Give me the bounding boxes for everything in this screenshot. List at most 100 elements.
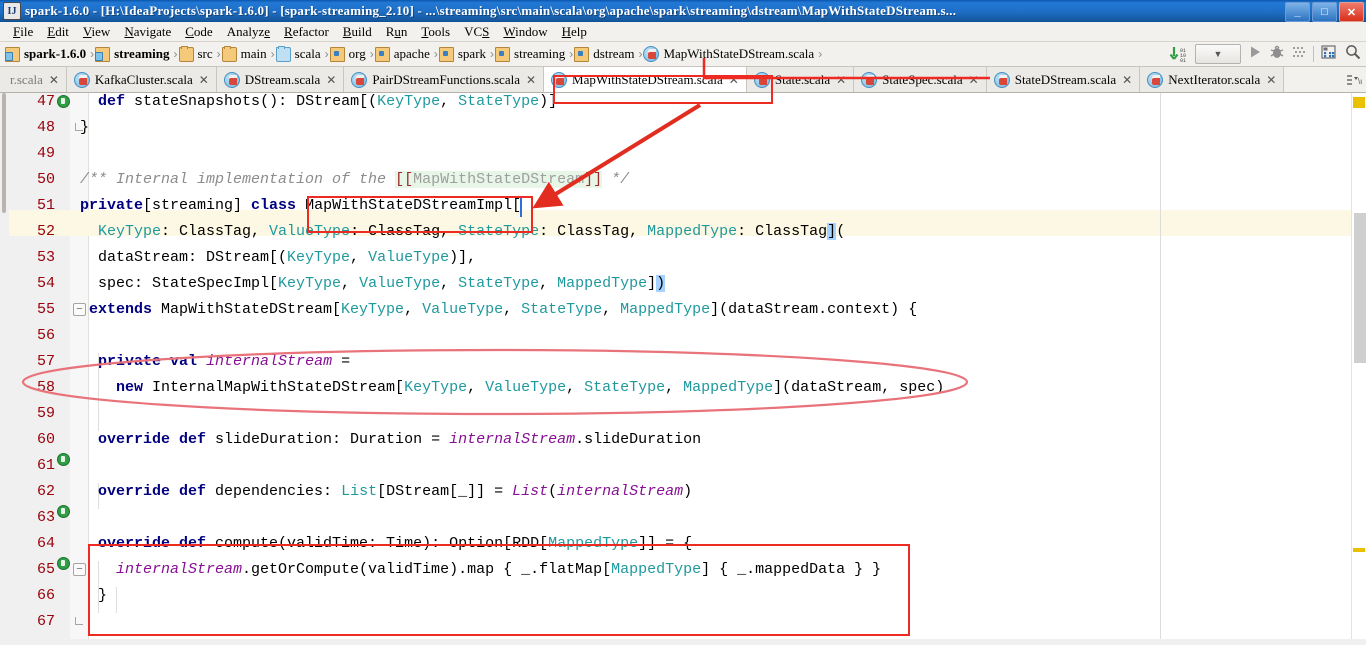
tab-close-icon[interactable]: ✕ [526,73,536,87]
code-line-53[interactable]: dataStream: DStream[(KeyType, ValueType)… [98,245,476,271]
fold-start-marker[interactable]: − [73,303,86,316]
menu-analyze[interactable]: Analyze [220,24,277,40]
code-line-58[interactable]: new InternalMapWithStateDStream[KeyType,… [116,375,944,401]
fold-start-marker[interactable]: − [73,563,86,576]
editor-tab-1[interactable]: KafkaCluster.scala ✕ [66,67,217,92]
right-margin-guide [1160,93,1161,639]
code-line-57[interactable]: private val internalStream = [98,349,350,375]
editor-tab-8[interactable]: NextIterator.scala ✕ [1140,67,1285,92]
editor-tab-bar: r.scala ✕ KafkaCluster.scala ✕ DStream.s… [0,67,1366,93]
menu-run[interactable]: Run [379,24,415,40]
breadcrumb-item-apache[interactable]: apache [374,46,433,62]
scala-file-icon [351,71,368,88]
breadcrumb-item-scala[interactable]: scala [275,45,324,62]
maximize-button[interactable]: □ [1312,2,1337,22]
editor-tab-5[interactable]: State.scala ✕ [746,67,855,92]
warning-stripe[interactable] [1353,548,1365,552]
editor-tab-4-active[interactable]: MapWithStateDStream.scala ✕ [544,67,747,92]
menu-file[interactable]: File [6,24,40,40]
tab-close-icon[interactable]: ✕ [969,73,979,87]
code-line-54[interactable]: spec: StateSpecImpl[KeyType, ValueType, … [98,271,666,297]
code-line-65[interactable]: internalStream.getOrCompute(validTime).m… [116,557,881,583]
code-editor[interactable]: 47 48 49 50 51 52 53 54 55 56 57 58 59 6… [0,93,1366,639]
editor-tab-2[interactable]: DStream.scala ✕ [216,67,345,92]
breadcrumb-label: org [348,46,366,61]
code-line-51[interactable]: private[streaming] class MapWithStateDSt… [80,193,521,219]
menu-help[interactable]: Help [555,24,594,40]
overrides-up-icon[interactable]: ↑ [57,452,75,467]
window-controls: _ □ ✕ [1285,2,1364,22]
tab-close-icon[interactable]: ✕ [729,73,739,87]
error-stripe-marker-bar[interactable] [1351,93,1366,639]
tab-label: StateDStream.scala [1014,71,1117,87]
tab-close-icon[interactable]: ✕ [1122,73,1132,87]
code-line-55[interactable]: extends MapWithStateDStream[KeyType, Val… [89,297,917,323]
package-icon [495,46,511,62]
scala-file-icon [551,71,568,88]
menu-edit[interactable]: Edit [40,24,76,40]
editor-tab-6[interactable]: StateSpec.scala ✕ [854,67,987,92]
breadcrumb-item-dstream[interactable]: dstream [574,46,637,62]
breadcrumb-item-spark[interactable]: spark [438,46,489,62]
code-text-area[interactable]: def stateSnapshots(): DStream[(KeyType, … [80,93,1366,639]
tab-label: r.scala [10,71,43,87]
close-button[interactable]: ✕ [1339,2,1364,22]
vertical-scrollbar-thumb[interactable] [1354,213,1366,363]
tab-close-icon[interactable]: ✕ [199,73,209,87]
code-line-60[interactable]: override def slideDuration: Duration = i… [98,427,701,453]
breadcrumb-item-module[interactable]: streaming [95,46,172,62]
menu-navigate[interactable]: Navigate [117,24,178,40]
editor-tab-0[interactable]: r.scala ✕ [0,67,67,92]
coverage-icon[interactable] [1291,44,1307,65]
tab-close-icon[interactable]: ✕ [49,73,59,87]
breadcrumb-item-main[interactable]: main [221,45,270,62]
code-line-66[interactable]: } [98,583,107,609]
package-icon [329,46,345,62]
breadcrumb-item-file[interactable]: MapWithStateDStream.scala [643,46,817,62]
search-everywhere-icon[interactable] [1344,44,1362,65]
left-scrollbar-thumb[interactable] [2,93,6,213]
code-line-48[interactable]: } [80,115,89,141]
breadcrumb-label: streaming [114,46,170,61]
update-project-icon[interactable]: 01 10 01 [1169,46,1189,62]
run-configuration-dropdown[interactable]: ▼ [1195,44,1241,64]
code-line-62[interactable]: override def dependencies: List[DStream[… [98,479,692,505]
overrides-up-icon[interactable]: ↑ [57,556,75,571]
warning-marker[interactable] [1353,97,1365,108]
menu-window[interactable]: Window [496,24,554,40]
code-line-50[interactable]: /** Internal implementation of the [[Map… [80,167,629,193]
code-line-52[interactable]: KeyType: ClassTag, ValueType: ClassTag, … [98,219,845,245]
menu-vcs[interactable]: VCS [457,24,496,40]
fold-end-marker[interactable] [73,615,84,626]
editor-tab-7[interactable]: StateDStream.scala ✕ [986,67,1141,92]
run-icon[interactable] [1247,44,1263,65]
package-icon [438,46,454,62]
debug-icon[interactable] [1269,44,1285,65]
scala-file-icon [753,71,770,88]
line-number: 47 [36,93,55,110]
tab-list-menu[interactable]: \u2261 [1342,67,1366,92]
package-icon [374,46,390,62]
line-number-gutter[interactable]: 47 48 49 50 51 52 53 54 55 56 57 58 59 6… [9,93,75,639]
breadcrumb-item-src[interactable]: src [178,45,216,62]
menu-code[interactable]: Code [178,24,219,40]
overrides-up-icon[interactable]: ↑ [57,504,75,519]
tab-close-icon[interactable]: ✕ [1266,73,1276,87]
menu-refactor[interactable]: Refactor [277,24,336,40]
menu-view[interactable]: View [76,24,117,40]
menu-tools[interactable]: Tools [414,24,457,40]
tab-close-icon[interactable]: ✕ [326,73,336,87]
breadcrumb-item-streaming[interactable]: streaming [495,46,568,62]
minimize-button[interactable]: _ [1285,2,1310,22]
toggle-layout-icon[interactable] [1320,44,1338,65]
code-line-47[interactable]: def stateSnapshots(): DStream[(KeyType, … [98,93,557,115]
breadcrumb-item-org[interactable]: org [329,46,369,62]
implements-down-icon[interactable]: ↓ [57,95,75,109]
text-caret [520,197,522,217]
menu-build[interactable]: Build [336,24,379,40]
scala-file-icon [1147,71,1164,88]
breadcrumb-item-project[interactable]: spark-1.6.0 [5,46,89,62]
tab-close-icon[interactable]: ✕ [836,73,846,87]
code-line-64[interactable]: override def compute(validTime: Time): O… [98,531,692,557]
editor-tab-3[interactable]: PairDStreamFunctions.scala ✕ [344,67,545,92]
